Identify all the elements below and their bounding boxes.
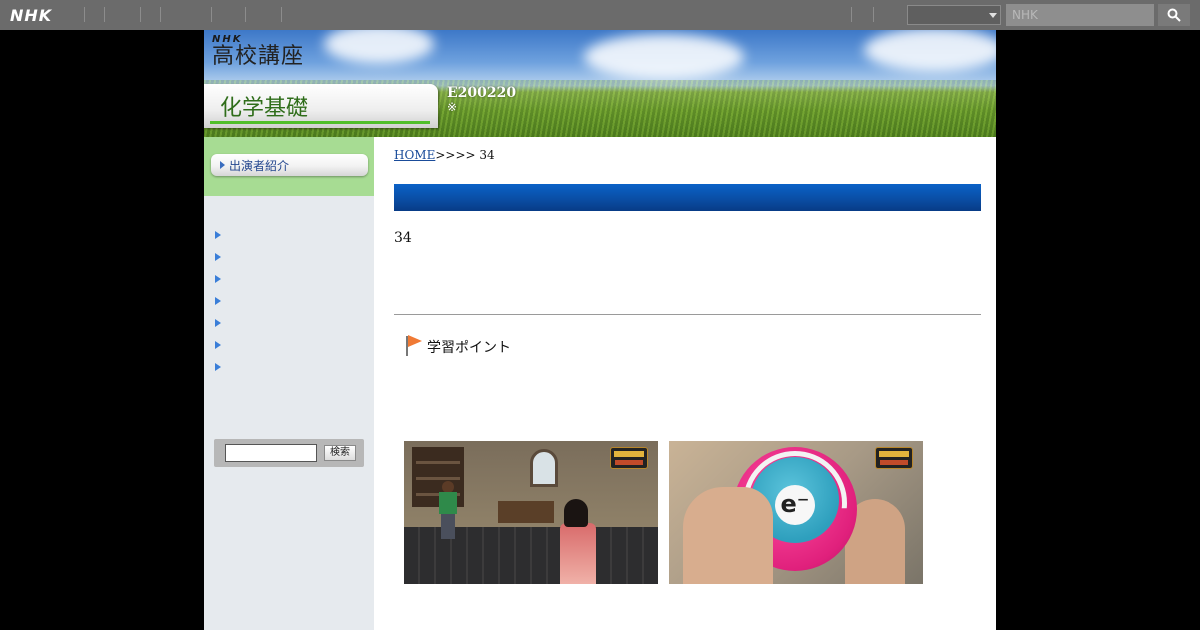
search-icon <box>1167 8 1181 22</box>
sidebar-item[interactable] <box>204 336 374 358</box>
site-search-input[interactable] <box>225 444 317 462</box>
nav-separator <box>873 7 874 22</box>
nav-separator <box>281 7 282 22</box>
arrow-right-icon <box>215 231 221 239</box>
sidebar-item[interactable] <box>204 358 374 380</box>
page-container: NHK 高校講座 化学基礎 E200220 ※ 出演者紹介 検索 HOME>>>… <box>204 30 996 630</box>
nhk-global-bar: NHK <box>0 0 1200 30</box>
program-logo-icon <box>610 447 648 469</box>
divider <box>394 314 981 315</box>
program-brand: 高校講座 <box>212 44 305 69</box>
heading-bar <box>394 184 981 211</box>
learning-point-label: 学習ポイント <box>427 340 511 356</box>
nav-separator <box>104 7 105 22</box>
breadcrumb-home-link[interactable]: HOME <box>394 148 435 162</box>
performer-intro-button[interactable]: 出演者紹介 <box>211 154 368 176</box>
sidebar: 出演者紹介 検索 <box>204 137 374 630</box>
sidebar-item[interactable] <box>204 270 374 292</box>
arrow-right-icon <box>215 275 221 283</box>
cloud <box>324 30 434 64</box>
nhk-search-input[interactable] <box>1006 4 1154 26</box>
hand <box>683 487 773 584</box>
arrow-right-icon <box>215 319 221 327</box>
nhk-logo[interactable]: NHK <box>10 6 52 25</box>
chevron-down-icon <box>989 13 997 18</box>
header-banner: NHK 高校講座 化学基礎 E200220 ※ <box>204 30 996 137</box>
scene-photo-1 <box>404 441 658 584</box>
sidebar-header: 出演者紹介 <box>204 137 374 196</box>
search-button[interactable] <box>1158 4 1190 26</box>
cloud <box>584 34 744 80</box>
sidebar-item[interactable] <box>204 226 374 248</box>
performer-figure <box>438 481 458 539</box>
nav-separator <box>245 7 246 22</box>
note-mark: ※ <box>447 100 458 114</box>
sidebar-item[interactable] <box>204 314 374 336</box>
arrow-right-icon <box>215 341 221 349</box>
sidebar-item[interactable] <box>204 248 374 270</box>
site-search-button[interactable]: 検索 <box>324 445 356 461</box>
region-select[interactable] <box>907 5 1001 25</box>
arched-window <box>530 449 558 487</box>
breadcrumb: HOME>>>> 34 <box>394 148 495 162</box>
arrow-right-icon <box>215 297 221 305</box>
cloud <box>864 30 996 72</box>
episode-number: 34 <box>394 230 412 246</box>
site-search-box: 検索 <box>214 439 364 467</box>
subject-tab: 化学基礎 <box>204 84 438 128</box>
sidebar-list <box>204 226 374 380</box>
nav-separator <box>160 7 161 22</box>
subject-underline <box>210 121 430 124</box>
nav-separator <box>211 7 212 22</box>
subject-title: 化学基礎 <box>220 96 309 121</box>
performer-figure <box>554 499 604 584</box>
sidebar-item[interactable] <box>204 292 374 314</box>
scene-photo-2: e⁻ <box>669 441 923 584</box>
nav-separator <box>140 7 141 22</box>
arrow-right-icon <box>220 161 225 169</box>
program-code-text: E200220 <box>447 85 517 101</box>
arrow-right-icon <box>215 363 221 371</box>
nav-separator <box>851 7 852 22</box>
desk <box>498 501 554 523</box>
program-logo-icon <box>875 447 913 469</box>
flag-icon-pennant <box>408 335 422 347</box>
nav-separator <box>84 7 85 22</box>
kokokoza-logo[interactable]: NHK 高校講座 <box>212 34 316 76</box>
arrow-right-icon <box>215 253 221 261</box>
program-code: E200220 ※ <box>447 86 516 114</box>
performer-intro-label: 出演者紹介 <box>229 159 290 173</box>
electron-label: e⁻ <box>775 485 815 525</box>
breadcrumb-trail: >>>> 34 <box>435 148 495 162</box>
